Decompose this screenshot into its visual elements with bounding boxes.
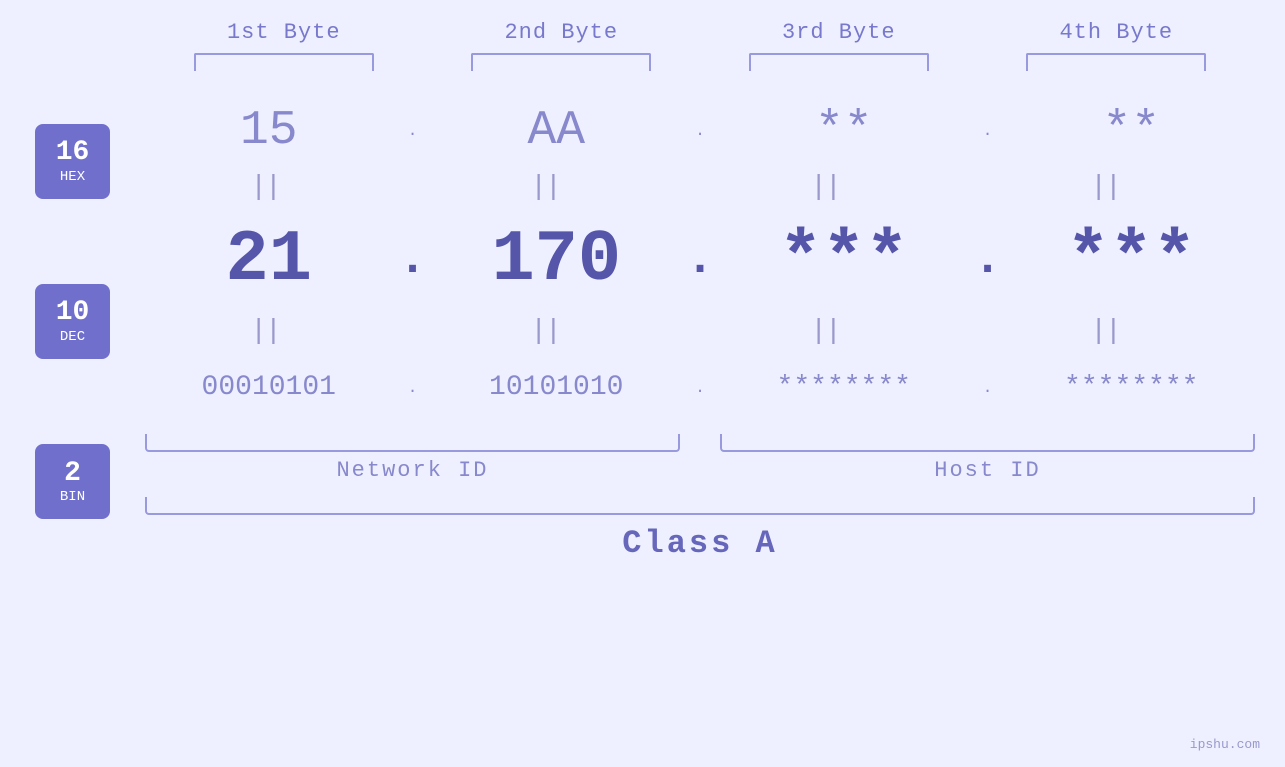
dec-b1-value: 21	[226, 224, 312, 296]
eq2-sep1	[385, 315, 425, 349]
top-bracket-4	[1026, 53, 1206, 71]
top-bracket-2	[471, 53, 651, 71]
bin-b1-cell: 00010101	[145, 374, 393, 402]
hex-sep1: .	[393, 122, 433, 140]
eq2-b4: ||	[985, 315, 1225, 349]
dec-sep3: .	[968, 233, 1008, 287]
dec-badge-num: 10	[56, 298, 90, 329]
top-brackets	[0, 53, 1285, 71]
dec-badge: 10 DEC	[35, 284, 110, 359]
page-container: 1st Byte 2nd Byte 3rd Byte 4th Byte 16 H…	[0, 0, 1285, 767]
bin-b2-value: 10101010	[489, 374, 623, 402]
dec-b4-value: ***	[1066, 224, 1196, 296]
bracket-cell-1	[145, 53, 423, 71]
bin-badge: 2 BIN	[35, 444, 110, 519]
bin-b4-cell: ********	[1008, 374, 1256, 402]
bin-sep3: .	[968, 379, 1008, 397]
top-bracket-3	[749, 53, 929, 71]
hex-b3-cell: **	[720, 107, 968, 155]
host-id-label: Host ID	[720, 458, 1255, 483]
badges-column: 16 HEX 10 DEC 2 BIN	[0, 81, 145, 562]
byte4-header: 4th Byte	[978, 20, 1256, 45]
dec-b1-cell: 21	[145, 224, 393, 296]
hex-sep3: .	[968, 122, 1008, 140]
bin-b1-value: 00010101	[202, 374, 336, 402]
main-content: 16 HEX 10 DEC 2 BIN 15 .	[0, 81, 1285, 562]
dec-b3-cell: ***	[720, 224, 968, 296]
bin-badge-label: BIN	[60, 489, 85, 505]
hex-b3-value: **	[815, 107, 873, 155]
eq2-b3: ||	[705, 315, 945, 349]
hex-badge-label: HEX	[60, 169, 85, 185]
eq1-sep2	[665, 171, 705, 205]
hex-b4-value: **	[1102, 107, 1160, 155]
hex-b2-cell: AA	[433, 107, 681, 155]
eq1-sep3	[945, 171, 985, 205]
dec-b2-value: 170	[491, 224, 621, 296]
bracket-full	[145, 497, 1255, 515]
bin-badge-num: 2	[64, 459, 81, 490]
watermark: ipshu.com	[1190, 737, 1260, 752]
bottom-brackets-row	[145, 434, 1255, 452]
class-label-row: Class A	[145, 525, 1255, 562]
eq1-sep1	[385, 171, 425, 205]
dec-b4-cell: ***	[1008, 224, 1256, 296]
top-bracket-1	[194, 53, 374, 71]
equals-row-2: || || || ||	[145, 315, 1255, 349]
hex-b1-cell: 15	[145, 107, 393, 155]
bin-sep1: .	[393, 379, 433, 397]
bracket-network	[145, 434, 680, 452]
network-host-labels: Network ID Host ID	[145, 458, 1255, 483]
bin-b4-value: ********	[1064, 374, 1198, 402]
eq2-b1: ||	[145, 315, 385, 349]
dec-badge-label: DEC	[60, 329, 85, 345]
hex-b2-value: AA	[527, 107, 585, 155]
hex-sep2: .	[680, 122, 720, 140]
dec-row: 21 . 170 . *** . ***	[145, 205, 1255, 315]
bin-sep2: .	[680, 379, 720, 397]
bin-b2-cell: 10101010	[433, 374, 681, 402]
bin-row: 00010101 . 10101010 . ******** .	[145, 348, 1255, 428]
dec-b2-cell: 170	[433, 224, 681, 296]
eq1-b2: ||	[425, 171, 665, 205]
class-label: Class A	[622, 525, 777, 562]
byte1-header: 1st Byte	[145, 20, 423, 45]
hex-b1-value: 15	[240, 107, 298, 155]
dec-b3-value: ***	[779, 224, 909, 296]
bracket-cell-4	[978, 53, 1256, 71]
eq1-b4: ||	[985, 171, 1225, 205]
byte3-header: 3rd Byte	[700, 20, 978, 45]
eq1-b1: ||	[145, 171, 385, 205]
bracket-host	[720, 434, 1255, 452]
bracket-cell-2	[423, 53, 701, 71]
data-grid: 15 . AA . ** . **	[145, 81, 1285, 562]
dec-sep1: .	[393, 233, 433, 287]
byte2-header: 2nd Byte	[423, 20, 701, 45]
bin-b3-value: ********	[777, 374, 911, 402]
byte-headers: 1st Byte 2nd Byte 3rd Byte 4th Byte	[0, 0, 1285, 45]
equals-row-1: || || || ||	[145, 171, 1255, 205]
network-id-label: Network ID	[145, 458, 680, 483]
eq2-sep2	[665, 315, 705, 349]
hex-b4-cell: **	[1008, 107, 1256, 155]
hex-badge-num: 16	[56, 138, 90, 169]
hex-row: 15 . AA . ** . **	[145, 91, 1255, 171]
bracket-sep-spacer	[680, 434, 720, 452]
dec-sep2: .	[680, 233, 720, 287]
eq2-b2: ||	[425, 315, 665, 349]
bracket-cell-3	[700, 53, 978, 71]
hex-badge: 16 HEX	[35, 124, 110, 199]
eq1-b3: ||	[705, 171, 945, 205]
eq2-sep3	[945, 315, 985, 349]
bin-b3-cell: ********	[720, 374, 968, 402]
